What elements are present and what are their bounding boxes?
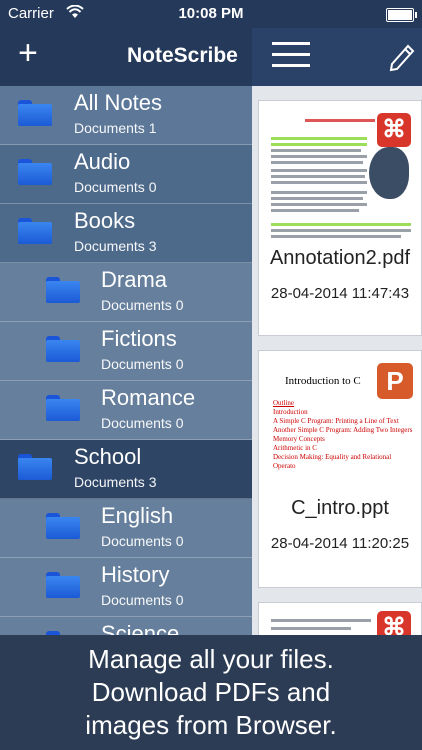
promo-line: Download PDFs and xyxy=(91,677,331,707)
promo-line: Manage all your files. xyxy=(88,644,334,674)
folder-count: Documents 0 xyxy=(101,297,184,313)
slide-line: A Simple C Program: Printing a Line of T… xyxy=(273,417,399,425)
status-time: 10:08 PM xyxy=(178,5,244,22)
app-title: NoteScribe xyxy=(127,44,238,67)
document-name: Annotation2.pdf xyxy=(269,247,411,269)
edit-pencil-icon[interactable] xyxy=(386,40,416,72)
folder-name: Audio xyxy=(74,149,131,174)
slide-outline: Outline Introduction A Simple C Program:… xyxy=(273,399,415,471)
document-card[interactable]: Introduction to C Outline Introduction A… xyxy=(258,350,422,588)
promo-banner: Manage all your files. Download PDFs and… xyxy=(0,635,422,750)
folder-name: Science xyxy=(101,621,180,635)
folder-icon xyxy=(18,100,52,126)
folder-row-school[interactable]: School Documents 3 xyxy=(0,440,252,499)
folder-name: Drama xyxy=(101,267,168,292)
folder-row-science[interactable]: Science xyxy=(0,617,252,635)
folder-row-drama[interactable]: Drama Documents 0 xyxy=(0,263,252,322)
folder-name: All Notes xyxy=(74,90,163,115)
folder-count: Documents 3 xyxy=(74,238,157,254)
document-thumbnail: Introduction to C Outline Introduction A… xyxy=(265,357,415,492)
folder-row-history[interactable]: History Documents 0 xyxy=(0,558,252,617)
folder-count: Documents 0 xyxy=(101,356,184,372)
slide-line: Arithmetic in C xyxy=(273,444,317,452)
slide-line: Memory Concepts xyxy=(273,435,325,443)
add-folder-button[interactable]: + xyxy=(18,36,38,70)
slide-line: Introduction xyxy=(273,408,308,416)
folders-header: + NoteScribe xyxy=(0,28,252,86)
folder-row-fictions[interactable]: Fictions Documents 0 xyxy=(0,322,252,381)
slide-line: Another Simple C Program: Adding Two Int… xyxy=(273,426,413,434)
document-date: 28-04-2014 11:20:25 xyxy=(270,535,410,552)
folder-icon xyxy=(18,159,52,185)
ppt-file-icon: P xyxy=(377,363,413,399)
folder-name: History xyxy=(101,562,170,587)
folder-row-english[interactable]: English Documents 0 xyxy=(0,499,252,558)
folder-row-books[interactable]: Books Documents 3 xyxy=(0,204,252,263)
slide-line: Outline xyxy=(273,399,294,407)
folder-icon xyxy=(46,336,80,362)
battery-icon xyxy=(386,8,417,22)
pdf-file-icon: ⌘ xyxy=(377,113,411,147)
folder-count: Documents 3 xyxy=(74,474,157,490)
folder-count: Documents 0 xyxy=(101,533,184,549)
folder-icon xyxy=(46,572,80,598)
folder-list: All Notes Documents 1 Audio Documents 0 … xyxy=(0,86,252,635)
documents-panel: ⌘ Annotation2.pdf 28-04-2014 11:47:43 In… xyxy=(252,86,422,635)
folder-row-romance[interactable]: Romance Documents 0 xyxy=(0,381,252,440)
slide-title: Introduction to C xyxy=(285,375,361,387)
document-thumbnail: ⌘ xyxy=(265,107,415,242)
folder-name: Romance xyxy=(101,385,196,410)
folder-name: Books xyxy=(74,208,136,233)
document-card[interactable]: ⌘ xyxy=(258,602,422,635)
status-bar: Carrier 10:08 PM xyxy=(0,0,422,28)
folder-icon xyxy=(18,218,52,244)
folder-icon xyxy=(46,513,80,539)
document-thumbnail: ⌘ xyxy=(265,609,415,635)
document-date: 28-04-2014 11:47:43 xyxy=(270,285,410,302)
folder-count: Documents 0 xyxy=(101,415,184,431)
document-name: C_intro.ppt xyxy=(291,497,389,519)
folder-row-all-notes[interactable]: All Notes Documents 1 xyxy=(0,86,252,145)
folder-count: Documents 1 xyxy=(74,120,157,136)
folder-icon xyxy=(46,395,80,421)
folder-name: English xyxy=(101,503,174,528)
bird-illustration xyxy=(369,147,409,199)
menu-icon[interactable] xyxy=(272,42,310,68)
promo-line: images from Browser. xyxy=(85,710,337,740)
slide-line: Decision Making: Equality and Relational… xyxy=(273,453,392,470)
pdf-file-icon: ⌘ xyxy=(377,611,411,635)
folder-name: Fictions xyxy=(101,326,177,351)
folder-icon xyxy=(18,454,52,480)
folder-icon xyxy=(46,277,80,303)
folder-count: Documents 0 xyxy=(74,179,157,195)
folder-row-audio[interactable]: Audio Documents 0 xyxy=(0,145,252,204)
document-card[interactable]: ⌘ Annotation2.pdf 28-04-2014 11:47:43 xyxy=(258,100,422,336)
folder-name: School xyxy=(74,444,142,469)
folder-count: Documents 0 xyxy=(101,592,184,608)
documents-header xyxy=(252,28,422,86)
